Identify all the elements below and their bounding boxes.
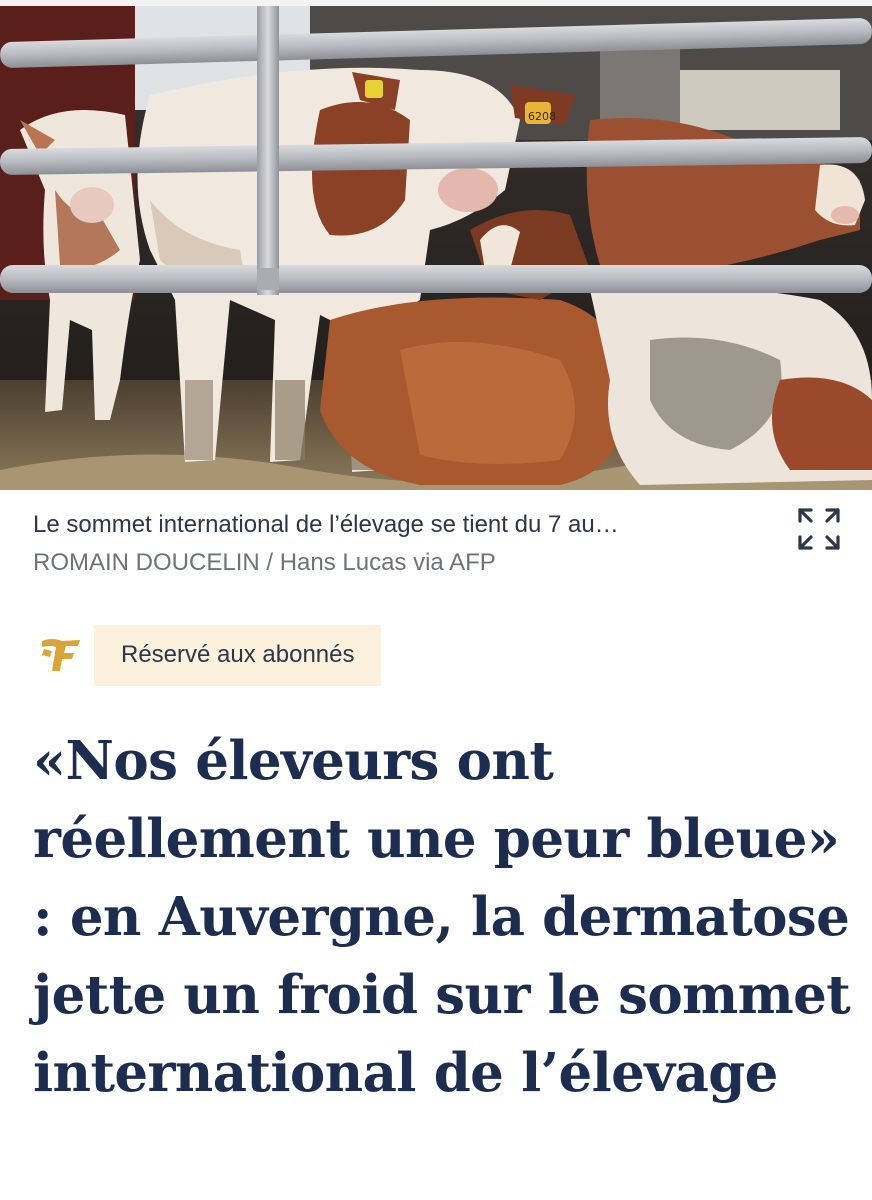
expand-icon[interactable]	[796, 506, 842, 552]
photo-caption-block: Le sommet international de l’élevage se …	[33, 508, 793, 580]
ear-tag-number: 6208	[528, 110, 556, 123]
subscribers-only-badge: Réservé aux abonnés	[94, 624, 382, 686]
photo-credit: ROMAIN DOUCELIN / Hans Lucas via AFP	[33, 549, 496, 576]
premium-badge-row: Réservé aux abonnés	[40, 624, 382, 686]
article-photo[interactable]: 6208	[0, 0, 872, 490]
le-figaro-f-logo-icon	[42, 639, 80, 671]
photo-caption[interactable]: Le sommet international de l’élevage se …	[33, 508, 793, 542]
cows-behind-gate-image: 6208	[0, 0, 872, 490]
article-headline: «Nos éleveurs ont réellement une peur bl…	[33, 730, 851, 1104]
